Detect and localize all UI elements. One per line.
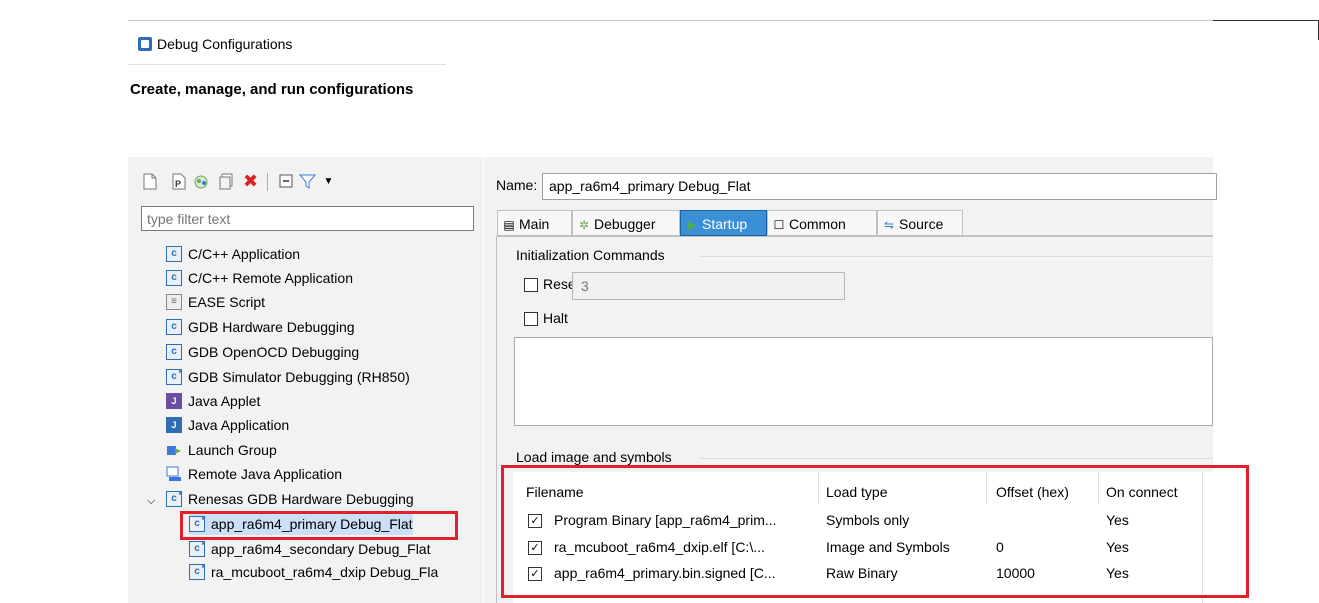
main-tab-icon: ▤ [503,218,515,232]
tree-item-cpp-application[interactable]: c C/C++ Application [166,243,300,265]
tab-startup[interactable]: ▶ Startup [680,210,767,236]
name-label: Name: [496,177,538,193]
toolbar-separator [267,173,268,191]
collapse-all-icon[interactable] [277,173,294,190]
c-debug-icon: c [189,561,205,581]
page-subtitle: Create, manage, and run configurations [130,81,414,98]
init-commands-textarea[interactable] [514,337,1213,426]
c-file-icon: c [166,344,182,361]
tab-common[interactable]: ☐ Common [767,210,877,236]
load-group-line [700,458,1213,459]
c-debug-icon: c [166,366,182,386]
c-file-icon: c [166,319,182,336]
load-table-highlight [501,465,1249,598]
bug-icon: ✲ [578,218,590,232]
tab-debugger[interactable]: ✲ Debugger [572,210,680,236]
tree-item-java-application[interactable]: J Java Application [166,414,289,436]
top-border [128,20,1213,21]
name-field[interactable]: app_ra6m4_primary Debug_Flat [542,173,1217,200]
chevron-down-icon[interactable]: ⌵ [147,490,161,512]
title-separator [128,64,446,65]
reset-checkbox[interactable] [524,278,538,292]
c-debug-icon: c [166,488,182,508]
duplicate-icon[interactable] [217,173,234,190]
tree-item-ease-script[interactable]: ≡ EASE Script [166,291,265,313]
tree-item-java-applet[interactable]: J Java Applet [166,390,260,412]
remote-java-icon [166,466,182,482]
top-right-edge [1213,20,1319,21]
window-title: Debug Configurations [157,36,293,52]
tree-item-app-ra6m4-secondary[interactable]: capp_ra6m4_secondary Debug_Flat [189,538,430,560]
play-icon: ▶ [687,218,697,232]
java-application-icon: J [166,417,182,434]
c-debug-icon: c [189,538,205,558]
halt-checkbox[interactable] [524,312,538,326]
new-configuration-icon[interactable] [141,173,158,190]
common-tab-icon: ☐ [773,218,785,232]
filter-icon[interactable] [298,173,317,190]
new-prototype-icon[interactable]: P [170,173,187,190]
tree-item-ra-mcuboot[interactable]: cra_mcuboot_ra6m4_dxip Debug_Fla [189,561,438,583]
c-file-icon: c [166,246,182,263]
source-icon: ⇋ [883,218,895,232]
delete-icon[interactable]: ✖ [242,172,259,190]
svg-text:P: P [175,179,181,189]
tab-source[interactable]: ⇋ Source [877,210,963,236]
script-icon: ≡ [166,294,182,311]
tree-item-renesas-gdb-hardware-debugging[interactable]: ⌵cRenesas GDB Hardware Debugging [147,488,414,510]
launch-group-icon [166,442,182,458]
tree-item-launch-group[interactable]: Launch Group [166,439,277,461]
export-icon[interactable] [193,173,210,190]
tab-main[interactable]: ▤ Main [497,210,572,236]
init-group-line [699,256,1213,257]
tree-item-remote-java-application[interactable]: Remote Java Application [166,463,342,485]
app-icon [138,37,152,51]
delay-field[interactable]: 3 [572,272,845,300]
dropdown-icon[interactable]: ▼ [320,173,337,190]
tree-item-gdb-hardware-debugging[interactable]: c GDB Hardware Debugging [166,316,355,338]
selection-highlight [180,511,458,540]
filter-input[interactable] [141,206,474,231]
tree-item-gdb-simulator-debugging[interactable]: cGDB Simulator Debugging (RH850) [166,366,410,388]
c-file-icon: c [166,270,182,287]
tree-item-cpp-remote-application[interactable]: c C/C++ Remote Application [166,267,353,289]
java-applet-icon: J [166,393,182,410]
halt-label: Halt [543,310,568,326]
init-group-label: Initialization Commands [516,247,665,263]
load-group-label: Load image and symbols [516,449,672,465]
tree-item-gdb-openocd-debugging[interactable]: c GDB OpenOCD Debugging [166,341,359,363]
